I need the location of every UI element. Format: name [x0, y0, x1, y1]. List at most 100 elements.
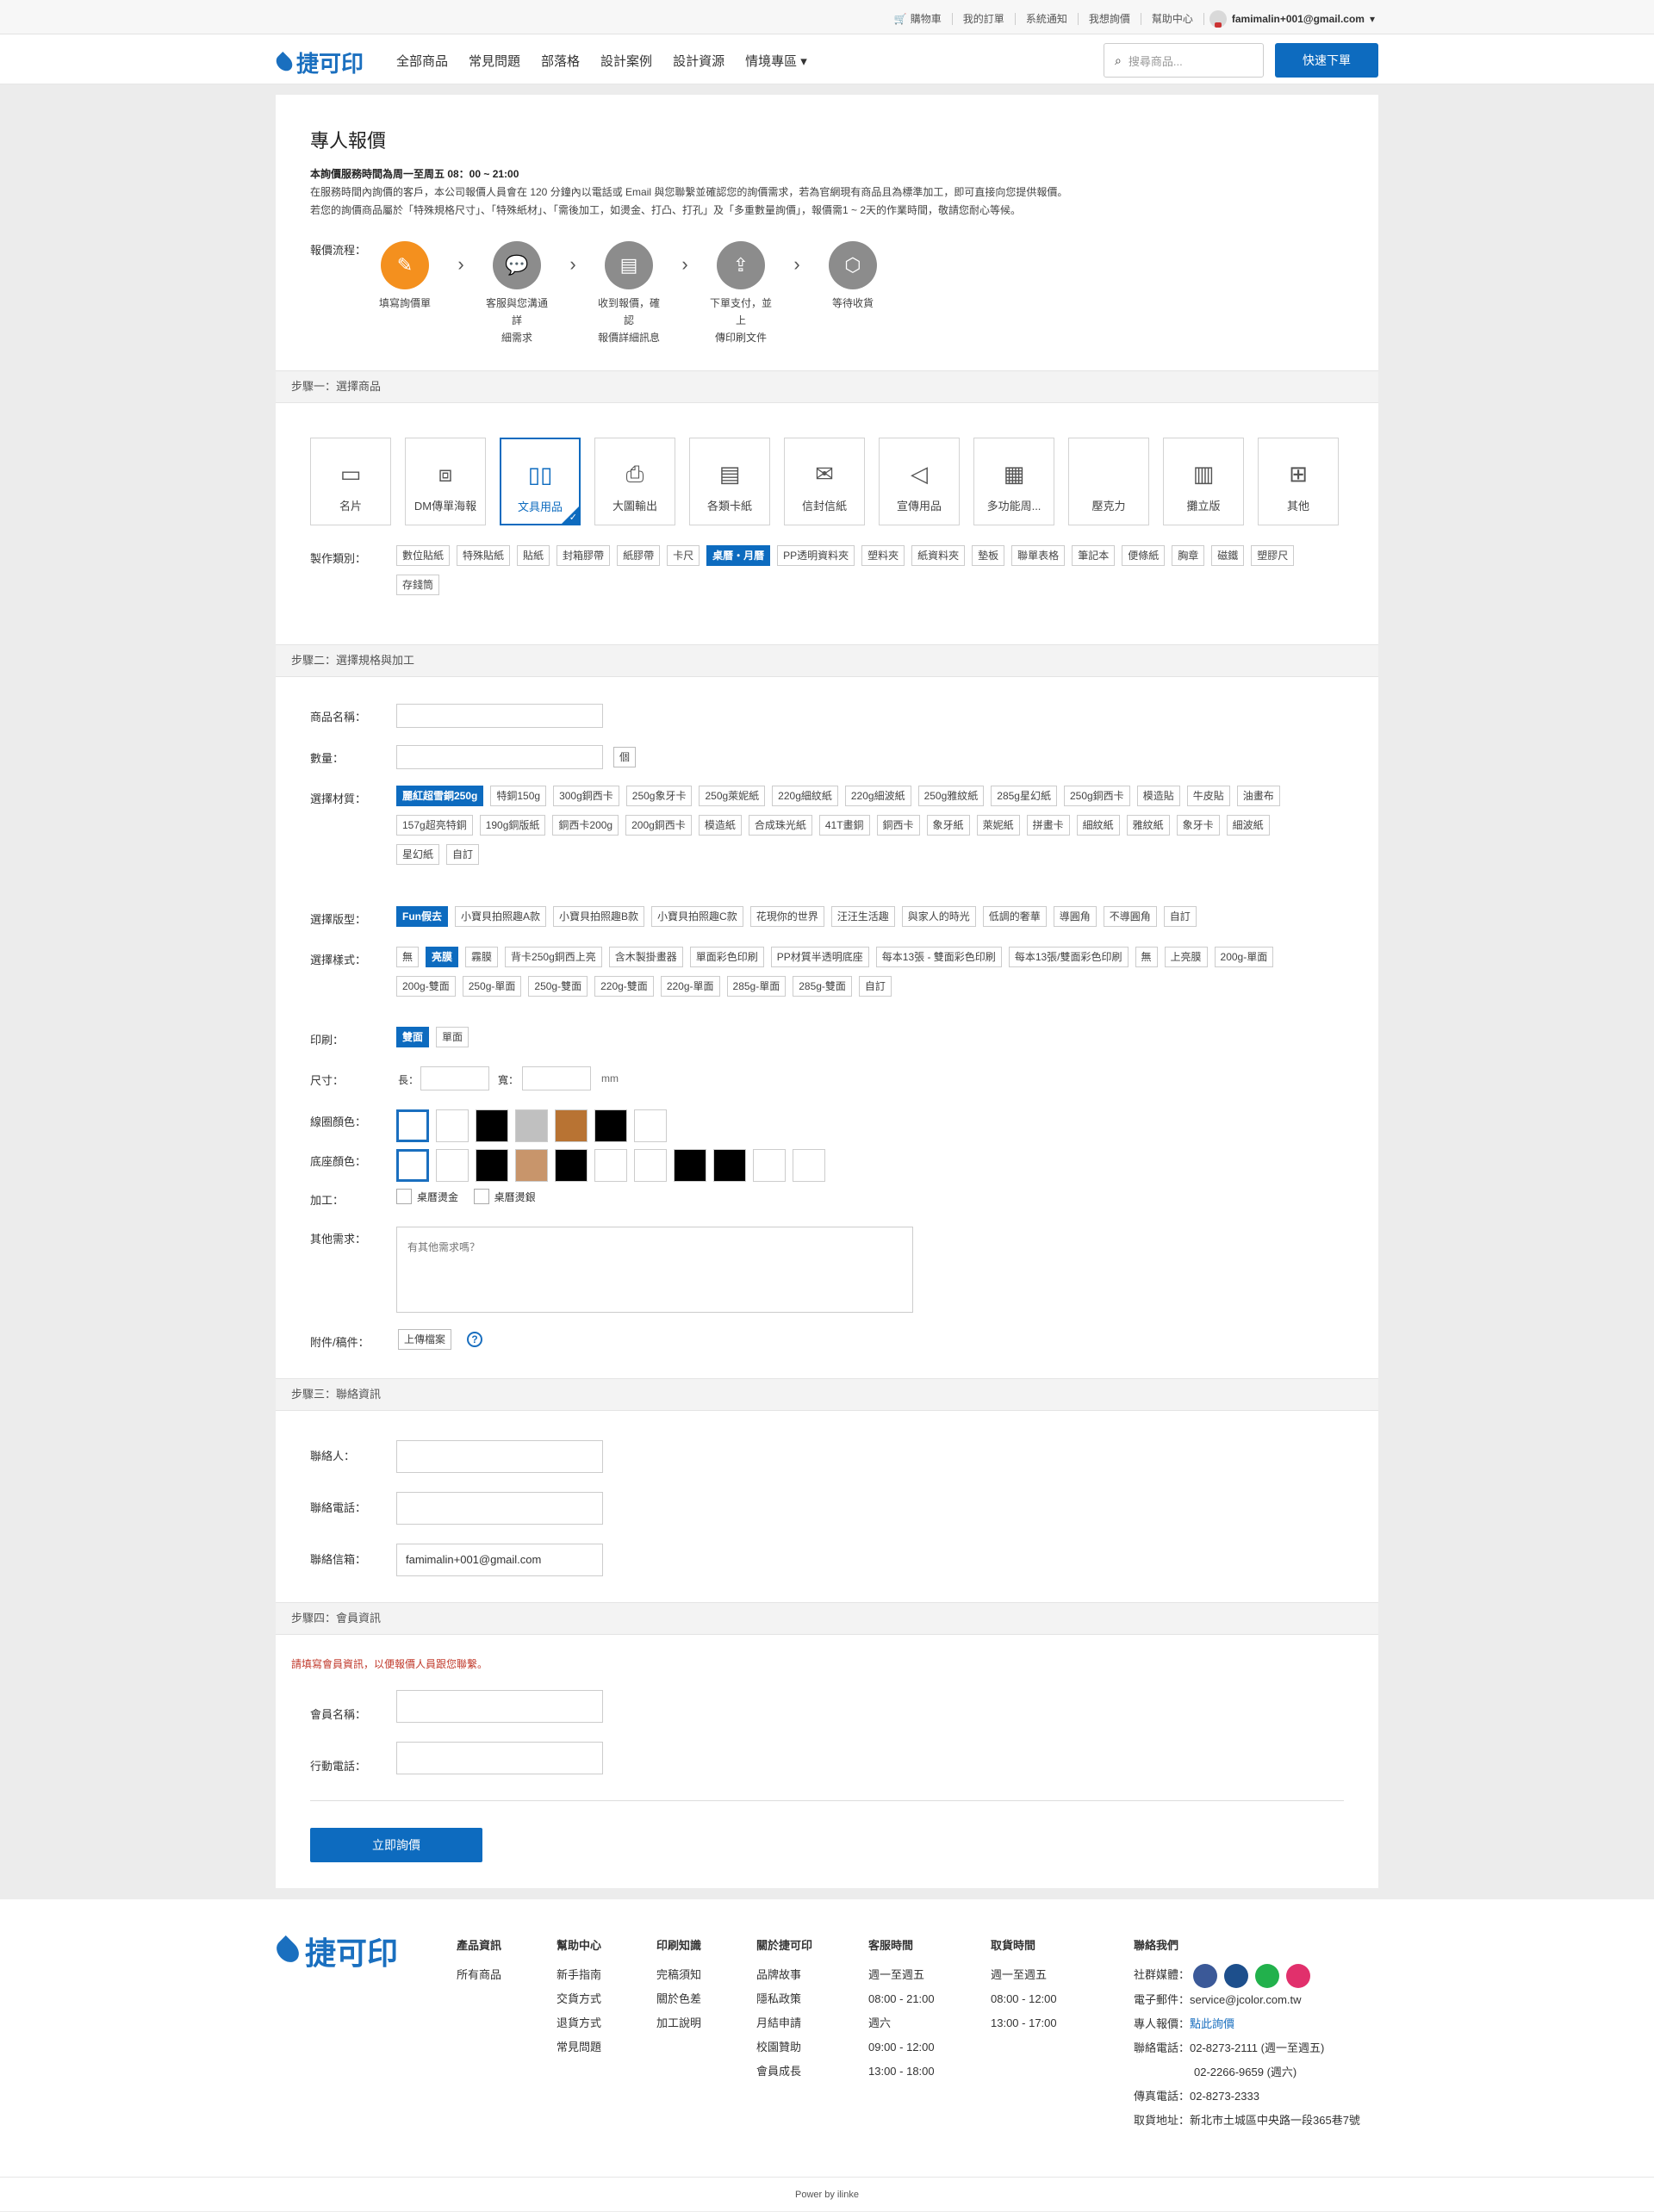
help-icon[interactable]: ?	[467, 1332, 482, 1347]
step1.types-option[interactable]: 貼紙	[517, 545, 550, 566]
upload-file-button[interactable]: 上傳檔案	[398, 1329, 452, 1350]
category-business-card[interactable]: ▭ 名片	[310, 438, 391, 525]
contact-phone-input[interactable]	[396, 1492, 603, 1525]
quantity-input[interactable]	[396, 745, 603, 769]
step2.materials-option[interactable]: 模造紙	[698, 815, 742, 836]
footer-logo[interactable]: 捷可印	[271, 1929, 398, 1973]
base-color-swatch[interactable]	[396, 1149, 429, 1182]
step2.styles-option[interactable]: 霧膜	[465, 947, 499, 967]
base-color-swatch[interactable]	[674, 1149, 706, 1182]
step2.styles-option[interactable]: 亮膜	[426, 947, 459, 967]
step2.materials-option[interactable]: 油畫布	[1236, 786, 1280, 806]
base-color-swatch[interactable]	[713, 1149, 746, 1182]
step2.materials-option[interactable]: 牛皮貼	[1186, 786, 1230, 806]
step2.materials-option[interactable]: 細紋紙	[1076, 815, 1120, 836]
step2.layouts-option[interactable]: 不導圓角	[1103, 906, 1157, 927]
category-large-print[interactable]: ⎙ 大圖輸出	[594, 438, 675, 525]
quote-link[interactable]: 我想詢價	[1079, 13, 1141, 25]
nav-item-design-resources[interactable]: 設計資源	[673, 52, 724, 70]
process-hot-gold-checkbox[interactable]: 桌曆燙金	[396, 1189, 458, 1204]
user-menu[interactable]: famimalin+001@gmail.com ▾	[1209, 10, 1375, 28]
step2.materials-option[interactable]: 285g星幻紙	[991, 786, 1057, 806]
line-icon[interactable]	[1254, 1963, 1279, 1988]
step2.styles-option[interactable]: 每本13張 - 雙面彩色印刷	[875, 947, 1002, 967]
quick-order-button[interactable]: 快速下單	[1275, 43, 1378, 78]
step2.styles-option[interactable]: 250g-雙面	[528, 976, 588, 997]
step1.types-option[interactable]: 桌曆・月曆	[706, 545, 771, 566]
step2.materials-option[interactable]: 合成珠光紙	[748, 815, 812, 836]
search-input[interactable]: ⌕ 搜尋商品...	[1104, 43, 1264, 78]
step1.types-option[interactable]: 封箱膠帶	[557, 545, 611, 566]
step1.types-option[interactable]: 卡尺	[667, 545, 700, 566]
step2.layouts-option[interactable]: 小寶貝拍照趣A款	[455, 906, 547, 927]
footer-link[interactable]: 加工說明	[656, 2011, 701, 2035]
step2.materials-option[interactable]: 250g雅紋紙	[917, 786, 985, 806]
category-standee[interactable]: ▥ 攤立版	[1163, 438, 1244, 525]
step2.materials-option[interactable]: 特銅150g	[490, 786, 547, 806]
footer-link[interactable]: 完稿須知	[656, 1963, 701, 1987]
submit-quote-button[interactable]: 立即詢價	[310, 1828, 482, 1862]
footer-link[interactable]: 品牌故事	[756, 1963, 812, 1987]
step2.materials-option[interactable]: 萊妮紙	[976, 815, 1020, 836]
instagram-icon[interactable]	[1285, 1963, 1310, 1988]
step1.types-option[interactable]: 塑料夾	[861, 545, 905, 566]
step2.styles-option[interactable]: 自訂	[858, 976, 892, 997]
step2.layouts-option[interactable]: 導圓角	[1053, 906, 1097, 927]
nav-item-faq[interactable]: 常見問題	[469, 52, 520, 70]
step1.types-option[interactable]: 墊板	[972, 545, 1005, 566]
base-color-swatch[interactable]	[753, 1149, 786, 1182]
footer-link[interactable]: 隱私政策	[756, 1987, 812, 2011]
line-color-swatch[interactable]	[396, 1109, 429, 1142]
footer-link[interactable]: 會員成長	[756, 2060, 812, 2084]
nav-item-all-products[interactable]: 全部商品	[396, 52, 448, 70]
step2.styles-option[interactable]: 285g-單面	[726, 976, 787, 997]
step2.materials-option[interactable]: 220g細紋紙	[772, 786, 838, 806]
checkbox[interactable]	[396, 1189, 412, 1204]
step2.styles-option[interactable]: 220g-雙面	[594, 976, 654, 997]
step2.materials-option[interactable]: 250g象牙卡	[625, 786, 693, 806]
step2.layouts-option[interactable]: 汪汪生活趣	[830, 906, 895, 927]
step1.types-option[interactable]: 筆記本	[1072, 545, 1116, 566]
contact-email-input[interactable]: famimalin+001@gmail.com	[396, 1544, 603, 1576]
step2.styles-option[interactable]: 含木製掛畫器	[608, 947, 683, 967]
step1.types-option[interactable]: 塑膠尺	[1251, 545, 1295, 566]
step2.styles-option[interactable]: 每本13張/雙面彩色印刷	[1008, 947, 1129, 967]
step2.layouts-option[interactable]: 小寶貝拍照趣C款	[651, 906, 743, 927]
base-color-swatch[interactable]	[555, 1149, 588, 1182]
checkbox[interactable]	[473, 1189, 489, 1204]
my-orders-link[interactable]: 我的訂單	[953, 13, 1016, 25]
footer-link[interactable]: 交貨方式	[557, 1987, 601, 2011]
step2.materials-option[interactable]: 300g銅西卡	[553, 786, 619, 806]
step2.materials-option[interactable]: 200g銅西卡	[625, 815, 692, 836]
step2.layouts-option[interactable]: 與家人的時光	[901, 906, 976, 927]
base-color-swatch[interactable]	[594, 1149, 627, 1182]
line-color-swatch[interactable]	[476, 1109, 508, 1142]
category-other[interactable]: ⊞ 其他	[1258, 438, 1339, 525]
category-acrylic[interactable]: 壓克力	[1068, 438, 1149, 525]
category-multi[interactable]: ▦ 多功能周...	[973, 438, 1054, 525]
step2.materials-option[interactable]: 250g銅西卡	[1063, 786, 1130, 806]
other-needs-textarea[interactable]	[396, 1227, 913, 1313]
step2.materials-option[interactable]: 190g銅版紙	[479, 815, 546, 836]
site-logo[interactable]: 捷可印	[272, 47, 364, 78]
category-envelopes[interactable]: ✉ 信封信紙	[784, 438, 865, 525]
step2.layouts-option[interactable]: 花現你的世界	[749, 906, 824, 927]
footer-link[interactable]: 月結申請	[756, 2011, 812, 2035]
step2.styles-option[interactable]: 220g-單面	[660, 976, 720, 997]
step2.styles-option[interactable]: PP材質半透明底座	[770, 947, 869, 967]
product-name-input[interactable]	[396, 704, 603, 728]
line-color-swatch[interactable]	[515, 1109, 548, 1142]
facebook-icon[interactable]	[1192, 1963, 1217, 1988]
step2.styles-option[interactable]: 無	[1135, 947, 1158, 967]
line-color-swatch[interactable]	[634, 1109, 667, 1142]
step1.types-option[interactable]: PP透明資料夾	[777, 545, 855, 566]
step2.styles-option[interactable]: 上亮膜	[1164, 947, 1208, 967]
step1.types-option[interactable]: 紙資料夾	[911, 545, 966, 566]
quote-link[interactable]: 點此詢價	[1190, 2017, 1234, 2030]
step2.materials-option[interactable]: 麗紅超雪銅250g	[396, 786, 484, 806]
footer-link[interactable]: 校園贊助	[756, 2035, 812, 2060]
step2.styles-option[interactable]: 無	[396, 947, 420, 967]
width-input[interactable]	[522, 1066, 591, 1090]
step2.styles-option[interactable]: 285g-雙面	[793, 976, 852, 997]
step1.types-option[interactable]: 紙膠帶	[617, 545, 661, 566]
